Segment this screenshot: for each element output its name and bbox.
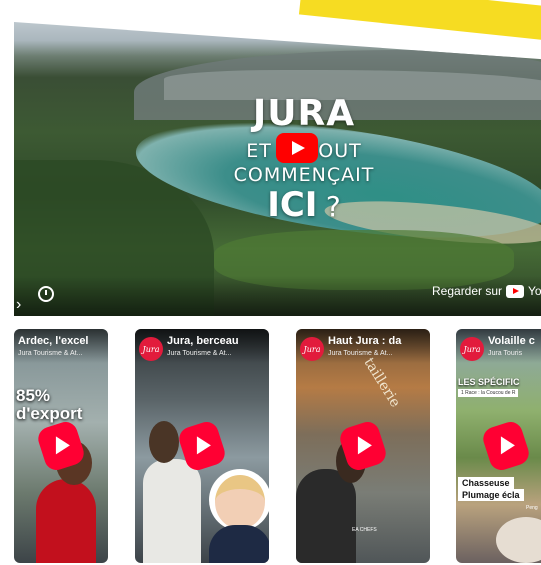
youtube-brand-label: YouTube (528, 284, 541, 298)
caption-plumage: Plumage écla (458, 489, 524, 501)
person-white-hoodie (143, 459, 201, 563)
short-title: Haut Jura : da (328, 335, 402, 347)
short-title: Jura, berceau (167, 335, 239, 347)
watch-on-youtube-link[interactable]: Regarder sur YouTube (432, 284, 541, 298)
chevron-right-icon[interactable]: › (16, 296, 21, 314)
short-channel: Jura Touris (488, 350, 523, 357)
taillerie-sign: taillerie (360, 355, 404, 411)
short-channel: Jura Tourisme & At... (167, 350, 232, 357)
person-dark-coat (296, 469, 356, 563)
title-question-mark: ? (325, 190, 341, 223)
short-overlay-text: LES SPÉCIFIC (458, 377, 520, 387)
presenter-portrait (215, 475, 265, 529)
overlay-percent: 85% (16, 386, 51, 405)
presenter-shirt (209, 525, 269, 563)
watch-later-clock-icon[interactable] (38, 286, 54, 302)
caption-tag: EA CHEFS (352, 527, 377, 533)
short-title: Ardec, l'excel (18, 335, 89, 347)
shorts-play-icon[interactable] (480, 418, 532, 474)
short-title: Volaille c (488, 335, 535, 347)
youtube-logo-icon (506, 284, 525, 298)
person-red-jacket (36, 479, 96, 563)
youtube-video-embed[interactable]: JURA ET SI TOUT COMMENÇAIT ICI ? › Regar… (14, 22, 541, 316)
short-card-ardec[interactable]: Ardec, l'excel Jura Tourisme & At... 85%… (14, 329, 108, 563)
hen (496, 517, 541, 563)
title-jura: JURA (252, 93, 356, 134)
short-channel: Jura Tourisme & At... (18, 350, 83, 357)
overlay-export: d'export (16, 404, 83, 423)
short-card-jura-berceau[interactable]: Jura Jura, berceau Jura Tourisme & At... (135, 329, 269, 563)
short-overlay-subtext: 1 Race : la Coucou de R (458, 389, 519, 397)
jura-logo-badge: Jura (139, 337, 163, 361)
jura-logo-badge: Jura (460, 337, 484, 361)
watch-on-label: Regarder sur (432, 284, 503, 298)
title-ici: ICI (267, 185, 318, 225)
jura-logo-badge: Jura (300, 337, 324, 361)
person-hair (149, 421, 179, 463)
caption-chasseuse: Chasseuse (458, 477, 514, 489)
yellow-banner-decoration (298, 0, 541, 42)
short-overlay-text: 85% d'export (16, 387, 82, 423)
short-card-haut-jura[interactable]: taillerie EA CHEFS Jura Haut Jura : da J… (296, 329, 430, 563)
caption-small: Peng (526, 505, 538, 511)
short-card-volaille[interactable]: Jura Volaille c Jura Touris LES SPÉCIFIC… (456, 329, 541, 563)
short-channel: Jura Tourisme & At... (328, 350, 393, 357)
youtube-play-button[interactable] (276, 133, 318, 163)
shorts-row: Ardec, l'excel Jura Tourisme & At... 85%… (14, 326, 541, 565)
